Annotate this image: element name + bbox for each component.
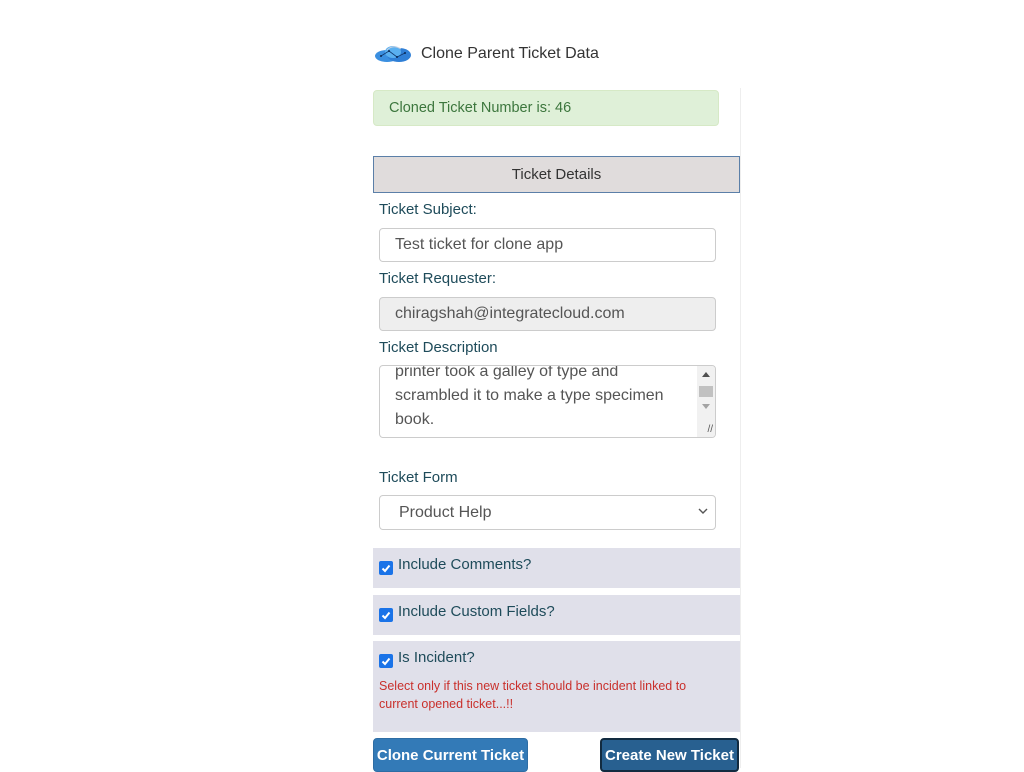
description-line: printer took a galley of type and [395, 365, 619, 380]
include-custom-fields-option[interactable]: Include Custom Fields? [373, 595, 740, 635]
description-line: scrambled it to make a type specimen [395, 387, 664, 404]
include-comments-checkbox[interactable] [379, 561, 393, 575]
clone-app-panel: Clone Parent Ticket Data Cloned Ticket N… [373, 0, 740, 772]
include-custom-fields-checkbox[interactable] [379, 608, 393, 622]
subject-value: Test ticket for clone app [395, 236, 564, 253]
checkmark-icon [381, 611, 391, 620]
include-comments-option[interactable]: Include Comments? [373, 548, 740, 588]
requester-label: Ticket Requester: [379, 270, 496, 287]
ticket-form-selected: Product Help [399, 503, 492, 521]
chevron-down-icon [698, 508, 708, 514]
requester-input[interactable]: chiragshah@integratecloud.com [379, 297, 716, 331]
cloned-ticket-message: Cloned Ticket Number is: 46 [389, 100, 572, 116]
description-label: Ticket Description [379, 339, 498, 356]
incident-warning: Select only if this new ticket should be… [379, 679, 687, 711]
include-custom-fields-label: Include Custom Fields? [398, 603, 555, 620]
cloud-network-icon [375, 46, 411, 62]
success-alert: Cloned Ticket Number is: 46 [373, 90, 719, 126]
subject-input[interactable]: Test ticket for clone app [379, 228, 716, 262]
ticket-form-select[interactable]: Product Help [379, 495, 716, 530]
requester-value: chiragshah@integratecloud.com [395, 305, 625, 322]
is-incident-label: Is Incident? [398, 649, 475, 666]
app-header: Clone Parent Ticket Data [373, 40, 599, 68]
scroll-down-icon[interactable] [702, 404, 710, 409]
checkmark-icon [381, 564, 391, 573]
subject-label: Ticket Subject: [379, 201, 477, 218]
description-scrollbar[interactable]: // [697, 366, 715, 437]
description-line: book. [395, 411, 435, 428]
scroll-up-icon[interactable] [702, 372, 710, 377]
is-incident-checkbox[interactable] [379, 654, 393, 668]
panel-divider [740, 88, 741, 768]
include-comments-label: Include Comments? [398, 556, 532, 573]
description-text: printer took a galley of type and scramb… [395, 365, 690, 432]
app-title: Clone Parent Ticket Data [421, 45, 599, 62]
ticket-details-header: Ticket Details [373, 156, 740, 193]
scroll-thumb[interactable] [699, 386, 713, 397]
is-incident-option[interactable]: Is Incident? Select only if this new tic… [373, 641, 740, 732]
description-textarea[interactable]: printer took a galley of type and scramb… [379, 365, 716, 438]
section-title: Ticket Details [511, 166, 602, 183]
create-new-ticket-button[interactable]: Create New Ticket [600, 738, 739, 772]
clone-current-ticket-button[interactable]: Clone Current Ticket [373, 738, 528, 772]
checkmark-icon [381, 657, 391, 666]
ticket-form-label: Ticket Form [379, 469, 458, 486]
resize-grip-icon[interactable]: // [707, 425, 713, 435]
